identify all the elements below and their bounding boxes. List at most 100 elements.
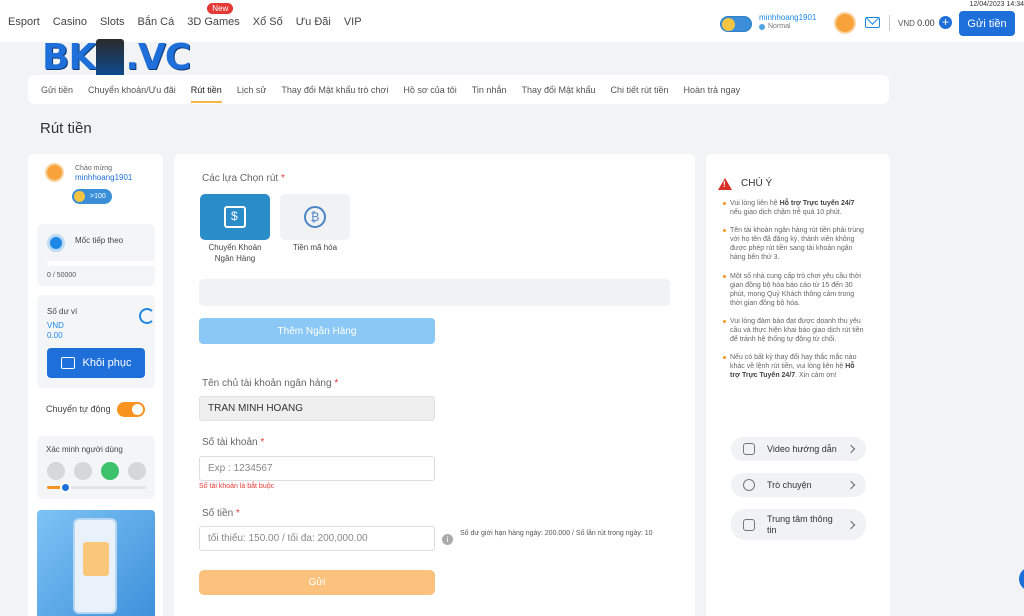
live-chat-icon[interactable]: [1019, 567, 1024, 591]
greeting-label: Chào mừng: [75, 165, 112, 172]
subnav-doi-mat-khau[interactable]: Thay đổi Mật khẩu: [521, 85, 595, 95]
mail-icon[interactable]: [865, 17, 880, 28]
toggle-knob: [132, 404, 143, 415]
profile-sidebar: Chào mừng minhhoang1901 >100 Mốc tiếp th…: [28, 154, 163, 616]
amount-label: Số tiền *: [202, 508, 240, 519]
notice-text: Vui lòng đảm bảo đạt được doanh thu yêu …: [730, 317, 864, 344]
divider: [889, 15, 890, 31]
account-label-text: Số tài khoản: [202, 437, 258, 448]
subnav-chi-tiet-rut-tien[interactable]: Chi tiết rút tiền: [611, 85, 669, 95]
required-mark: *: [235, 508, 240, 519]
nav-esport[interactable]: Esport: [8, 16, 40, 28]
phone-verify-icon[interactable]: [101, 462, 119, 480]
user-verify-icon[interactable]: [47, 462, 65, 480]
balance-currency: VND: [898, 19, 915, 28]
verify-progress-knob: [60, 482, 71, 493]
info-center-label: Trung tâm thông tin: [767, 513, 833, 535]
vip-toggle[interactable]: [720, 16, 752, 32]
wallet-icon: [60, 357, 75, 369]
notice-title: CHÚ Ý: [741, 178, 773, 189]
verify-progress-fill: [47, 486, 61, 489]
submit-button[interactable]: Gửi: [199, 570, 435, 595]
notice-panel: CHÚ Ý Vui lòng liên hệ Hỗ trợ Trực tuyến…: [706, 154, 890, 616]
milestone-label: Mốc tiếp theo: [75, 236, 124, 245]
account-error: Số tài khoản là bắt buộc: [199, 483, 275, 490]
notice-item: Một số nhà cung cấp trò chơi yêu cầu thờ…: [723, 272, 865, 308]
verify-card: Xác minh người dùng: [37, 436, 155, 499]
nav-xo-so[interactable]: Xổ Số: [253, 16, 283, 28]
nav-casino[interactable]: Casino: [53, 16, 87, 28]
wallet-balance: VND 0.00: [47, 321, 64, 342]
main-nav: Esport Casino Slots Bắn Cá New 3D Games X…: [8, 3, 362, 28]
bank-select[interactable]: [199, 279, 670, 306]
profile-username: minhhoang1901: [75, 173, 133, 183]
info-center-link[interactable]: Trung tâm thông tin: [731, 509, 866, 540]
avatar: [45, 163, 64, 182]
user-info[interactable]: minhhoang1901 Normal: [759, 13, 816, 31]
video-guide-link[interactable]: Video hướng dẫn: [731, 437, 866, 461]
nav-vip[interactable]: VIP: [344, 16, 362, 28]
user-level-label: Normal: [768, 22, 791, 30]
subnav-tin-nhan[interactable]: Tin nhắn: [472, 85, 507, 95]
account-subnav: Gửi tiền Chuyển khoản/Ưu đãi Rút tiền Lị…: [28, 75, 889, 104]
balance-amount: 0.00: [917, 18, 935, 28]
refresh-icon[interactable]: [139, 308, 155, 324]
username: minhhoang1901: [759, 13, 817, 22]
chat-icon: [743, 479, 755, 491]
chat-link[interactable]: Trò chuyện: [731, 473, 866, 497]
subnav-ho-so[interactable]: Hồ sơ của tôi: [403, 85, 456, 95]
bank-verify-icon[interactable]: [128, 462, 146, 480]
add-funds-icon[interactable]: +: [939, 16, 952, 29]
notice-bold: Hỗ trợ Trực tuyến 24/7: [779, 200, 855, 207]
notice-item: Nếu có bất kỳ thay đổi hay thắc mắc nào …: [723, 353, 865, 380]
restore-button[interactable]: Khôi phục: [47, 348, 145, 378]
warning-icon: [718, 178, 732, 190]
nav-ban-ca[interactable]: Bắn Cá: [138, 16, 175, 28]
notice-text: . Xin cảm ơn!: [795, 372, 837, 380]
subnav-chuyen-khoan[interactable]: Chuyển khoản/Ưu đãi: [88, 85, 176, 95]
balance: VND 0.00: [898, 18, 935, 28]
wallet-currency: VND: [47, 321, 64, 330]
holder-label-text: Tên chủ tài khoản ngân hàng: [202, 378, 332, 389]
auto-transfer-toggle[interactable]: [117, 402, 145, 417]
chat-label: Trò chuyện: [767, 480, 812, 490]
bank-transfer-option[interactable]: [200, 194, 270, 240]
holder-label: Tên chủ tài khoản ngân hàng *: [202, 378, 338, 389]
crypto-option[interactable]: ₿: [280, 194, 350, 240]
wallet-amount: 0.00: [47, 331, 63, 341]
amount-input[interactable]: [199, 526, 435, 551]
logo[interactable]: BK .VC: [42, 36, 191, 78]
page-title: Rút tiền: [40, 120, 92, 137]
deposit-button[interactable]: Gửi tiền: [959, 11, 1015, 36]
chevron-right-icon: [846, 480, 856, 490]
subnav-hoan-tra[interactable]: Hoàn trả ngay: [684, 85, 741, 95]
options-label: Các lựa Chọn rút *: [202, 173, 285, 184]
promo-banner[interactable]: [37, 510, 155, 616]
add-bank-button[interactable]: Thêm Ngân Hàng: [199, 318, 435, 344]
greeting: Chào mừng minhhoang1901: [75, 164, 132, 183]
info-icon: i: [442, 534, 453, 545]
account-number-input[interactable]: [199, 456, 435, 481]
logo-player-image: [96, 39, 125, 75]
subnav-rut-tien[interactable]: Rút tiền: [190, 85, 222, 103]
subnav-doi-mk-tro-choi[interactable]: Thay đổi Mật khẩu trò chơi: [281, 85, 388, 95]
nav-uu-dai[interactable]: Ưu Đãi: [296, 16, 331, 28]
daily-limit-text: Số dư giới hạn hàng ngày: 200.000 / Số l…: [460, 530, 653, 537]
email-verify-icon[interactable]: [74, 462, 92, 480]
verify-label: Xác minh người dùng: [46, 445, 123, 454]
wallet-label: Số dư ví: [47, 307, 78, 316]
subnav-lich-su[interactable]: Lịch sử: [237, 85, 267, 95]
notice-item: Vui lòng liên hệ Hỗ trợ Trực tuyến 24/7 …: [723, 199, 865, 217]
level-dot-icon: [759, 23, 765, 30]
nav-slots[interactable]: Slots: [100, 16, 124, 28]
nav-3d-games[interactable]: New 3D Games: [187, 3, 240, 28]
notice-item: Tên tài khoản ngân hàng rút tiền phải tr…: [723, 226, 865, 262]
bank-transfer-label: Chuyển Khoản Ngân Hàng: [195, 243, 275, 265]
notice-text: Tên tài khoản ngân hàng rút tiền phải tr…: [730, 227, 864, 262]
account-label: Số tài khoản *: [202, 437, 264, 448]
restore-label: Khôi phục: [82, 357, 132, 369]
subnav-gui-tien[interactable]: Gửi tiền: [41, 85, 73, 95]
milestone-progress-bar: [47, 261, 155, 266]
vip-badge: >100: [72, 189, 112, 204]
avatar[interactable]: [834, 12, 856, 34]
